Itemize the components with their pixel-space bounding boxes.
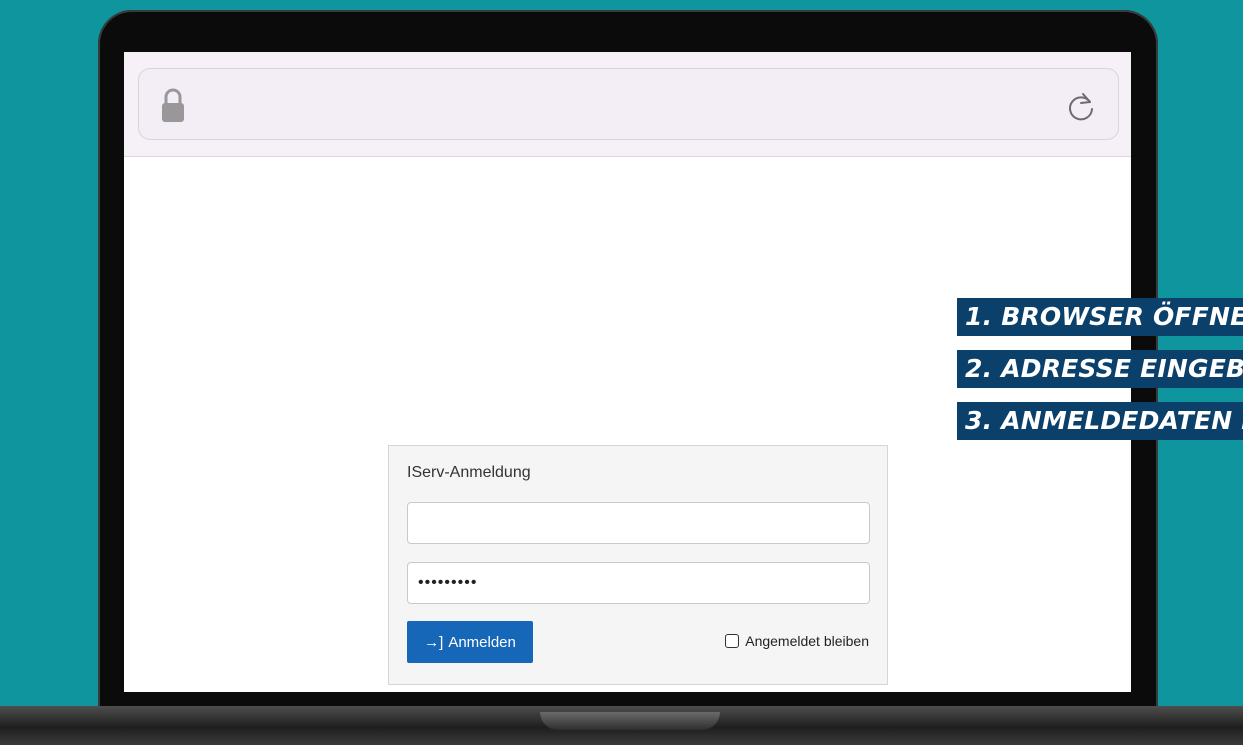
laptop-notch — [540, 712, 720, 730]
remember-label: Angemeldet bleiben — [745, 633, 869, 649]
login-button-label: Anmelden — [448, 633, 516, 651]
remember-checkbox[interactable] — [725, 634, 740, 648]
login-panel: IServ-Anmeldung →] Anmelden Angemeldet b… — [388, 445, 888, 685]
password-field[interactable] — [407, 562, 870, 604]
browser-toolbar — [124, 52, 1131, 157]
step-banner-3: 3. ANMELDEDATEN EINGEBEN — [957, 402, 1243, 440]
step-banner-2: 2. ADRESSE EINGEBEN — [957, 350, 1243, 388]
step-banner-1: 1. BROWSER ÖFFNEN — [957, 298, 1243, 336]
username-field[interactable] — [407, 502, 870, 544]
remember-me[interactable]: Angemeldet bleiben — [725, 633, 869, 649]
login-button[interactable]: →] Anmelden — [407, 621, 533, 663]
address-bar[interactable] — [138, 68, 1119, 140]
reload-icon[interactable] — [1064, 90, 1098, 124]
lock-icon — [162, 88, 184, 122]
login-arrow-icon: →] — [424, 633, 444, 651]
login-title: IServ-Anmeldung — [407, 464, 531, 481]
